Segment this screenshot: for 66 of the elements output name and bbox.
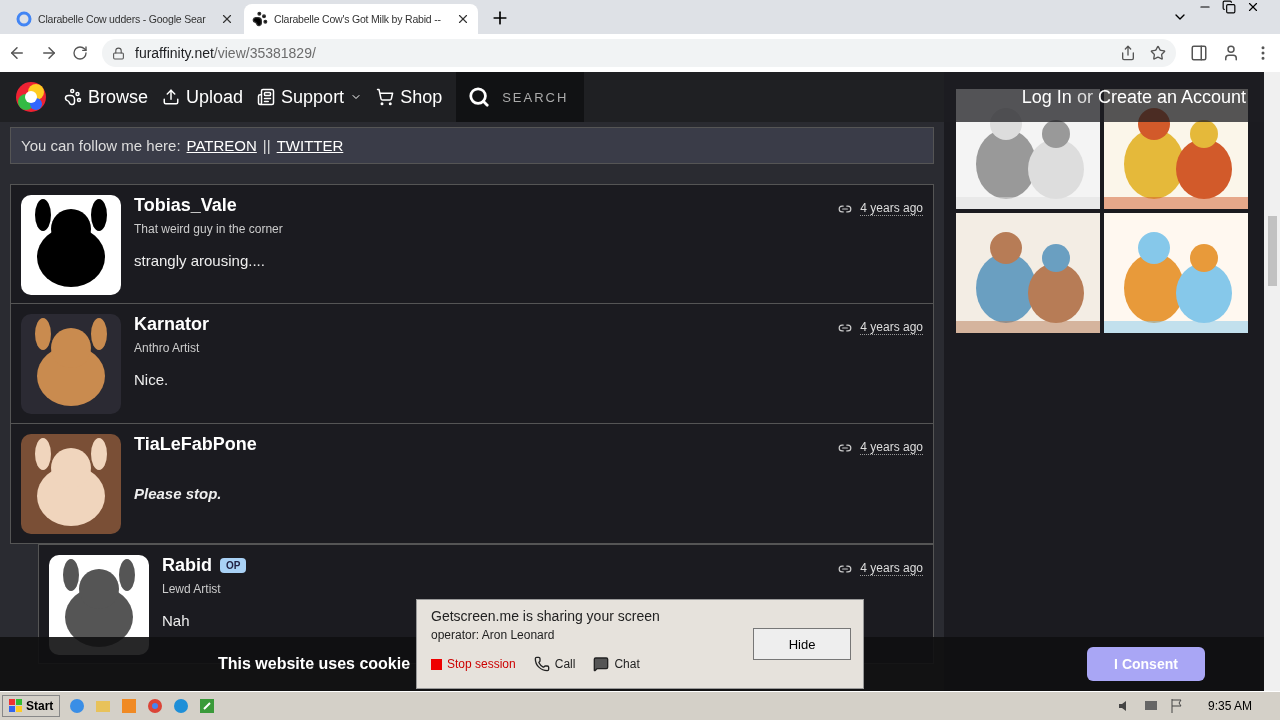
nav-link[interactable]: Upload [162,86,244,108]
windows-icon [9,699,23,713]
popup-title: Getscreen.me is sharing your screen [431,608,661,624]
share-icon[interactable] [1120,45,1136,61]
comment-time[interactable]: 4 years ago [860,320,923,335]
username: TiaLeFabPone [134,434,257,455]
follow-link[interactable]: TWITTER [276,137,344,154]
paw-icon [252,11,268,27]
stop-icon [431,658,442,670]
username: Tobias_Vale [134,195,237,216]
nav-link[interactable]: Support [257,86,363,108]
phone-icon [533,656,550,672]
comment-text: Nice. [134,371,169,388]
op-badge: OP [220,558,247,573]
clock-text: 9:35 AM [1207,699,1252,713]
browser-tab[interactable]: Clarabelle Cow's Got Milk by Rabid -- [244,4,478,34]
username: Rabid [162,555,212,576]
chat-icon [593,656,610,672]
address-field[interactable]: furaffinity.net/view/35381829/ [102,39,1176,67]
close-icon[interactable] [456,12,470,26]
hide-button[interactable]: Hide [753,628,851,660]
lock-icon [112,46,125,60]
username: Karnator [134,314,209,335]
paw-icon [64,88,82,106]
cart-icon [376,88,395,106]
cookie-text: This website uses cookie [218,655,411,673]
tab-title: Clarabelle Cow udders - Google Sear [38,13,207,25]
newspaper-icon [257,88,276,106]
side-panel-icon[interactable] [1190,44,1208,62]
tab-title: Clarabelle Cow's Got Milk by Rabid -- [274,13,442,25]
create-account-link[interactable]: Create an Account [1097,86,1246,108]
back-icon[interactable] [8,44,26,62]
comment-text: Please stop. [134,485,222,502]
popup-action[interactable]: Stop session [431,656,516,672]
user-title: That weird guy in the corner [134,222,284,236]
upload-icon [162,88,181,106]
operator-text: operator: Aron Leonard [431,628,556,642]
search-button[interactable]: SEARCH [456,72,585,122]
close-icon[interactable] [1246,0,1260,14]
reload-icon[interactable] [72,45,88,61]
user-title: Anthro Artist [134,341,201,355]
star-icon[interactable] [1150,45,1166,61]
comment-time[interactable]: 4 years ago [860,561,923,576]
comment-time[interactable]: 4 years ago [860,201,923,216]
start-button[interactable]: Start [2,695,61,717]
profile-icon[interactable] [1222,44,1240,62]
restore-icon[interactable] [1222,0,1236,14]
follow-link[interactable]: PATREON [186,137,257,154]
popup-action[interactable]: Call [533,656,576,672]
follow-text: You can follow me here: [21,137,181,154]
user-title: Lewd Artist [162,582,222,596]
login-link[interactable]: Log In [1021,86,1072,108]
nav-link[interactable]: Shop [376,86,443,108]
forward-icon[interactable] [40,44,58,62]
close-icon[interactable] [220,12,234,26]
logo-icon[interactable] [14,80,48,114]
or-text: or [1076,86,1093,108]
comment-time[interactable]: 4 years ago [860,440,923,455]
search-icon [468,86,491,108]
separator-text: || [262,137,271,154]
nav-link[interactable]: Browse [64,86,149,108]
scrollbar[interactable] [1264,72,1280,691]
browser-tab[interactable]: Clarabelle Cow udders - Google Sear [8,4,242,34]
comment-text: Nah [162,612,190,629]
popup-action[interactable]: Chat [593,656,640,672]
comment-text: strangly arousing.... [134,252,265,269]
